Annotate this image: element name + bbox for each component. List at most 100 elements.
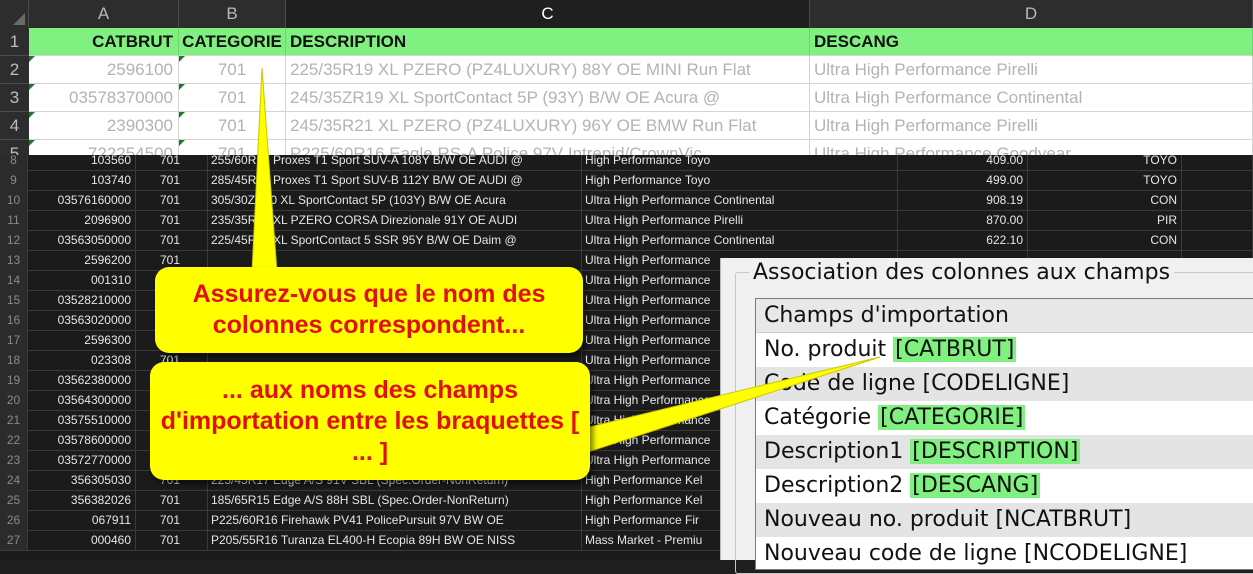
cell[interactable]: 701 [136,230,208,250]
column-header-a[interactable]: A [29,0,179,28]
cell[interactable]: High Performance Toyo [582,170,898,190]
row-number[interactable]: 10 [0,190,28,210]
cell[interactable]: 356382026 [28,490,136,510]
cell[interactable]: 225/35R19 XL PZERO (PZ4LUXURY) 88Y OE MI… [286,56,810,84]
cell[interactable]: 701 [136,210,208,230]
cell[interactable]: PIR [1028,210,1182,230]
cell[interactable]: 2596200 [28,250,136,270]
cell[interactable]: 701 [136,510,208,530]
cell[interactable]: 499.00 [898,170,1028,190]
cell[interactable]: 03528210000 [28,290,136,310]
cell[interactable]: 722254500 [29,140,179,155]
cell[interactable]: 03572770000 [28,450,136,470]
cell[interactable]: 245/35ZR19 XL SportContact 5P (93Y) B/W … [286,84,810,112]
cell[interactable]: TOYO [1028,170,1182,190]
cell[interactable]: CATBRUT [29,28,179,56]
cell[interactable]: DESCRIPTION [286,28,810,56]
cell[interactable]: CON [1028,190,1182,210]
row-number[interactable]: 3 [0,84,29,112]
row-number[interactable]: 12 [0,230,28,250]
row-number[interactable]: 2 [0,56,29,84]
column-header-c[interactable]: C [286,0,810,28]
row-number[interactable]: 1 [0,28,29,56]
cell[interactable]: Ultra High Performance Continental [582,230,898,250]
row-number[interactable]: 24 [0,470,28,490]
cell[interactable]: 285/45R19 Proxes T1 Sport SUV-B 112Y B/W… [208,170,582,190]
select-all-corner[interactable] [0,0,29,28]
cell[interactable]: CON [1028,230,1182,250]
cell[interactable]: 03576160000 [28,190,136,210]
cell[interactable]: 03563050000 [28,230,136,250]
list-item[interactable]: Catégorie [CATEGORIE] [756,401,1253,435]
row-number[interactable]: 17 [0,330,28,350]
list-header[interactable]: Champs d'importation [756,299,1253,333]
row-number[interactable]: 15 [0,290,28,310]
cell[interactable]: 03562380000 [28,370,136,390]
row-number[interactable]: 13 [0,250,28,270]
cell[interactable]: 2390300 [29,112,179,140]
cell[interactable]: 023308 [28,350,136,370]
cell[interactable]: 701 [136,190,208,210]
cell[interactable]: 03575510000 [28,410,136,430]
cell[interactable]: 2096900 [28,210,136,230]
cell[interactable]: 356305030 [28,470,136,490]
row-number[interactable]: 11 [0,210,28,230]
cell[interactable]: 03563020000 [28,310,136,330]
row-number[interactable]: 21 [0,410,28,430]
cell[interactable]: 2596100 [29,56,179,84]
cell[interactable] [1182,210,1253,230]
cell[interactable]: 000460 [28,530,136,550]
cell[interactable]: 305/30ZR20 XL SportContact 5P (103Y) B/W… [208,190,582,210]
cell[interactable]: Ultra High Performance Pirelli [582,210,898,230]
cell[interactable]: 701 [179,56,286,84]
cell[interactable]: 03578370000 [29,84,179,112]
cell[interactable]: P225/60R16 Eagle RS-A Police 97V Intrepi… [286,140,810,155]
import-fields-list[interactable]: Champs d'importation No. produit [CATBRU… [755,298,1253,570]
row-number[interactable]: 16 [0,310,28,330]
cell[interactable]: 067911 [28,510,136,530]
cell[interactable]: 2596300 [28,330,136,350]
row-number[interactable]: 5 [0,140,29,155]
cell[interactable]: 001310 [28,270,136,290]
cell[interactable]: Ultra High Performance Continental [582,190,898,210]
row-number[interactable]: 23 [0,450,28,470]
row-number[interactable]: 9 [0,170,28,190]
cell[interactable]: 622.10 [898,230,1028,250]
row-number[interactable]: 4 [0,112,29,140]
cell[interactable]: 701 [136,530,208,550]
row-number[interactable]: 20 [0,390,28,410]
column-header-d[interactable]: D [810,0,1253,28]
column-header-b[interactable]: B [179,0,286,28]
cell[interactable] [1182,190,1253,210]
row-number[interactable]: 22 [0,430,28,450]
list-item[interactable]: Code de ligne [CODELIGNE] [756,367,1253,401]
cell[interactable]: Ultra High Performance Pirelli [810,56,1253,84]
list-item[interactable]: Description1 [DESCRIPTION] [756,435,1253,469]
cell[interactable]: P205/55R16 Turanza EL400-H Ecopia 89H BW… [208,530,582,550]
row-number[interactable]: 19 [0,370,28,390]
cell[interactable]: 245/35R21 XL PZERO (PZ4LUXURY) 96Y OE BM… [286,112,810,140]
cell[interactable]: 701 [179,84,286,112]
cell[interactable]: Ultra High Performance Pirelli [810,112,1253,140]
row-number[interactable]: 25 [0,490,28,510]
cell[interactable]: 235/35R19 XL PZERO CORSA Direzionale 91Y… [208,210,582,230]
cell[interactable]: 701 [136,490,208,510]
cell[interactable]: 701 [136,170,208,190]
cell[interactable]: P225/60R16 Firehawk PV41 PolicePursuit 9… [208,510,582,530]
cell[interactable] [1182,170,1253,190]
cell[interactable]: Ultra High Performance Continental [810,84,1253,112]
cell[interactable]: 908.19 [898,190,1028,210]
cell[interactable]: 870.00 [898,210,1028,230]
list-item[interactable]: No. produit [CATBRUT] [756,333,1253,367]
cell[interactable]: 103740 [28,170,136,190]
cell[interactable]: CATEGORIE [179,28,286,56]
cell[interactable]: 701 [179,140,286,155]
row-number[interactable]: 27 [0,530,28,550]
cell[interactable]: DESCANG [810,28,1253,56]
row-number[interactable]: 14 [0,270,28,290]
cell[interactable]: 225/45R18 XL SportContact 5 SSR 95Y B/W … [208,230,582,250]
row-number[interactable]: 26 [0,510,28,530]
cell[interactable]: Ultra High Performance Goodyear [810,140,1253,155]
cell[interactable]: 185/65R15 Edge A/S 88H SBL (Spec.Order-N… [208,490,582,510]
cell[interactable] [1182,230,1253,250]
